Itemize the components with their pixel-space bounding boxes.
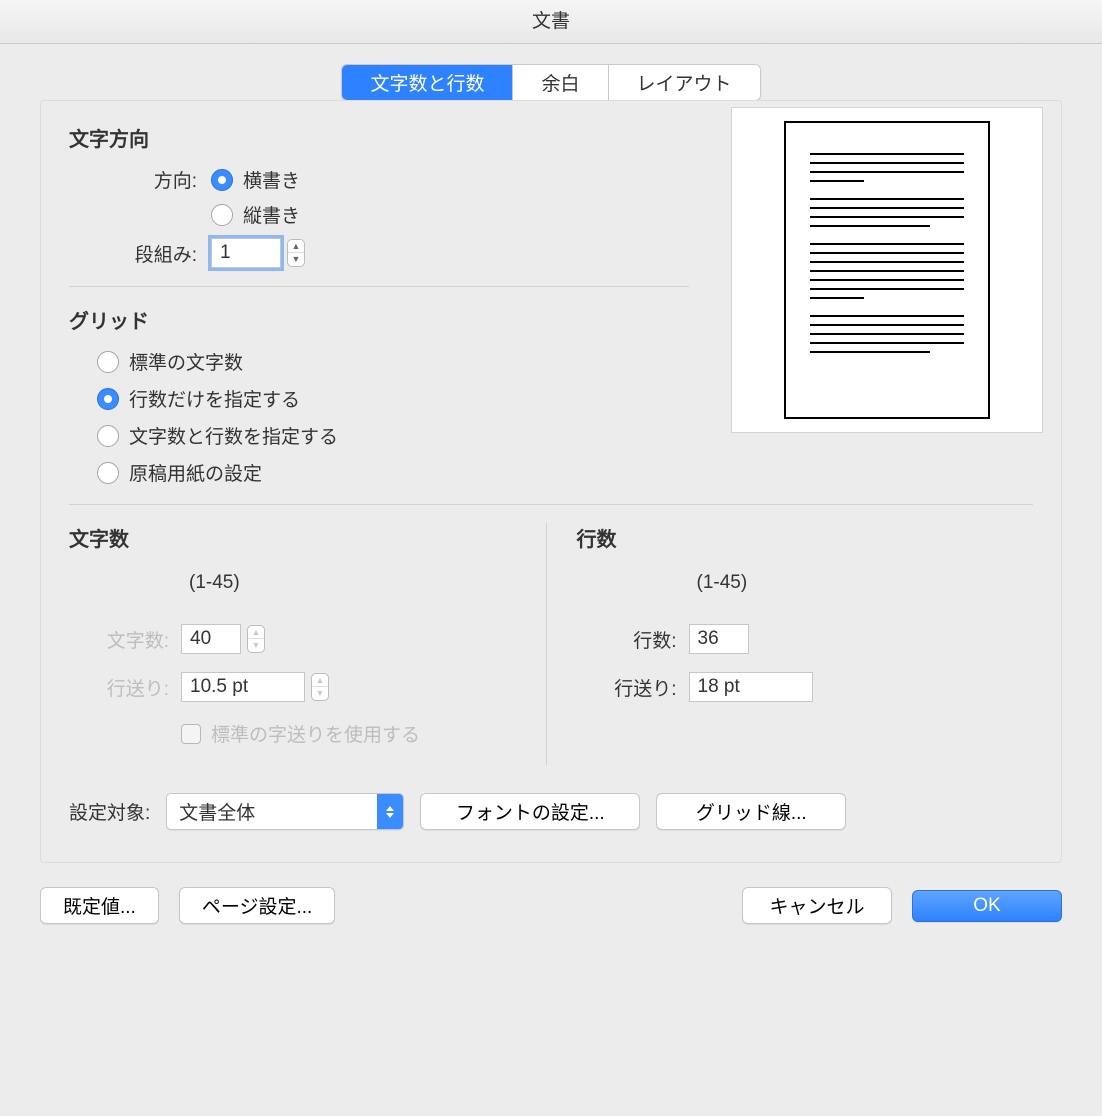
page-setup-button[interactable]: ページ設定... (179, 887, 335, 924)
ok-button[interactable]: OK (912, 890, 1062, 922)
direction-label: 方向: (97, 166, 197, 193)
radio-vertical-label: 縦書き (243, 201, 300, 228)
chevron-down-icon[interactable]: ▼ (288, 253, 304, 266)
select-caret-icon (377, 794, 403, 829)
lines-label: 行数: (577, 626, 677, 653)
columns-label: 段組み: (97, 240, 197, 267)
char-pitch-label: 行送り: (69, 674, 169, 701)
cancel-button[interactable]: キャンセル (742, 887, 892, 924)
apply-to-value: 文書全体 (167, 794, 377, 829)
window-title: 文書 (0, 0, 1102, 44)
tab-bar: 文字数と行数 余白 レイアウト (40, 64, 1062, 101)
radio-horizontal-label: 横書き (243, 166, 300, 193)
defaults-button[interactable]: 既定値... (40, 887, 159, 924)
line-pitch-input[interactable] (689, 672, 813, 702)
radio-chars-and-lines[interactable] (97, 425, 119, 447)
chars-input (181, 624, 241, 654)
font-settings-button[interactable]: フォントの設定... (420, 793, 640, 830)
tab-layout[interactable]: レイアウト (609, 65, 760, 100)
lines-range: (1-45) (697, 572, 1034, 594)
page-preview (731, 107, 1043, 433)
char-pitch-stepper: ▲ ▼ (311, 673, 329, 701)
chevron-down-icon: ▼ (248, 639, 264, 652)
lines-input[interactable] (689, 624, 749, 654)
radio-lines-only-label: 行数だけを指定する (129, 385, 300, 412)
radio-manuscript[interactable] (97, 462, 119, 484)
radio-default-chars[interactable] (97, 351, 119, 373)
radio-horizontal[interactable] (211, 169, 233, 191)
apply-to-label: 設定対象: (69, 798, 150, 825)
columns-stepper[interactable]: ▲ ▼ (287, 239, 305, 267)
chars-stepper: ▲ ▼ (247, 625, 265, 653)
chevron-down-icon: ▼ (312, 687, 328, 700)
use-default-pitch-label: 標準の字送りを使用する (211, 720, 420, 747)
gridlines-button[interactable]: グリッド線... (656, 793, 846, 830)
chars-label: 文字数: (69, 626, 169, 653)
radio-manuscript-label: 原稿用紙の設定 (129, 459, 262, 486)
radio-default-chars-label: 標準の文字数 (129, 348, 243, 375)
chars-range: (1-45) (189, 572, 526, 594)
tab-chars-lines[interactable]: 文字数と行数 (342, 65, 513, 100)
radio-lines-only[interactable] (97, 388, 119, 410)
char-pitch-input (181, 672, 305, 702)
chevron-up-icon: ▲ (248, 626, 264, 639)
lines-heading: 行数 (577, 523, 1034, 552)
radio-chars-and-lines-label: 文字数と行数を指定する (129, 422, 338, 449)
tab-margins[interactable]: 余白 (513, 65, 608, 100)
columns-input[interactable] (211, 238, 281, 268)
radio-vertical[interactable] (211, 204, 233, 226)
apply-to-select[interactable]: 文書全体 (166, 793, 404, 830)
line-pitch-label: 行送り: (577, 674, 677, 701)
chevron-up-icon[interactable]: ▲ (288, 240, 304, 253)
chars-heading: 文字数 (69, 523, 526, 552)
chevron-up-icon: ▲ (312, 674, 328, 687)
use-default-pitch-checkbox (181, 724, 201, 744)
